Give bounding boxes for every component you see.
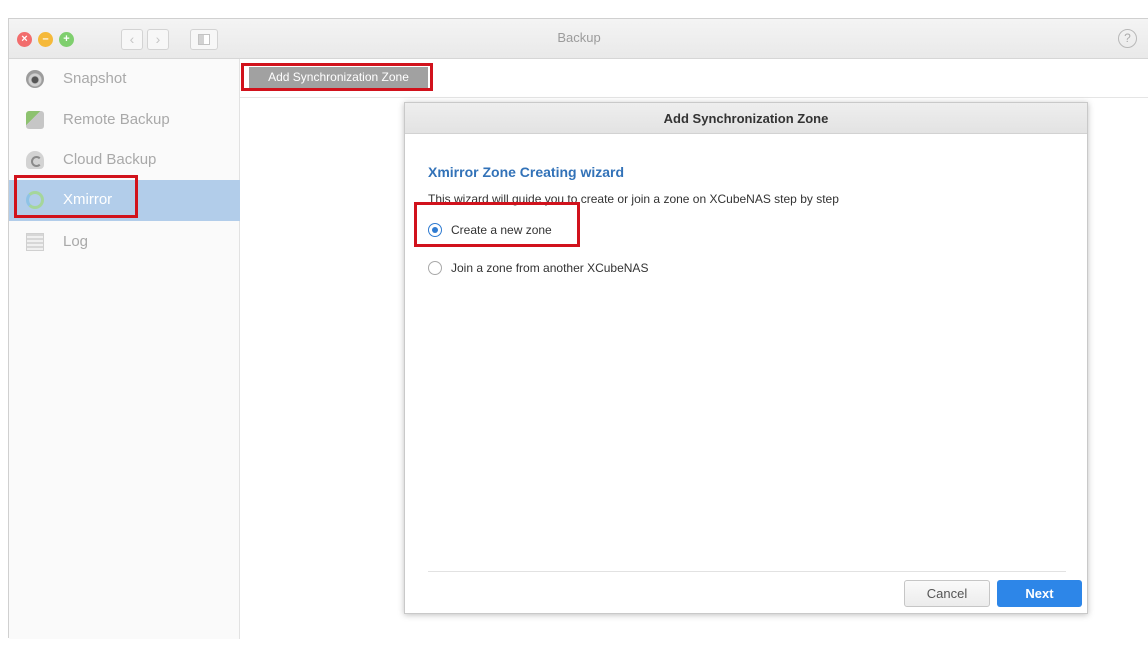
- sidebar-item-label: Log: [63, 233, 89, 250]
- highlight-create-zone-option: [414, 202, 580, 247]
- sidebar-item-label: Cloud Backup: [63, 151, 157, 168]
- dialog-footer-divider: [428, 571, 1066, 572]
- title-bar: × – + ‹ › Backup ?: [9, 19, 1148, 59]
- toolbar-divider: [240, 97, 1148, 98]
- sidebar-item-cloud-backup[interactable]: Cloud Backup: [9, 140, 240, 180]
- highlight-xmirror-item: [14, 175, 138, 218]
- remote-backup-icon: [26, 111, 44, 129]
- join-zone-radio[interactable]: [428, 261, 442, 275]
- dialog-title: Add Synchronization Zone: [405, 103, 1087, 134]
- sidebar-item-label: Remote Backup: [63, 111, 170, 128]
- cloud-backup-icon: [26, 151, 44, 169]
- option-label: Join a zone from another XCubeNAS: [451, 261, 649, 275]
- next-button[interactable]: Next: [997, 580, 1082, 607]
- cancel-button[interactable]: Cancel: [904, 580, 990, 607]
- option-join-zone[interactable]: Join a zone from another XCubeNAS: [428, 259, 708, 277]
- help-icon[interactable]: ?: [1118, 29, 1137, 48]
- sidebar-item-snapshot[interactable]: Snapshot: [9, 59, 240, 99]
- sidebar-item-remote-backup[interactable]: Remote Backup: [9, 100, 240, 140]
- sidebar: Snapshot Remote Backup Cloud Backup Xmir…: [9, 59, 240, 639]
- sidebar-item-log[interactable]: Log: [9, 222, 240, 262]
- highlight-add-zone-button: [241, 63, 433, 91]
- sidebar-item-label: Snapshot: [63, 70, 127, 87]
- window-title: Backup: [557, 30, 601, 45]
- add-synchronization-zone-dialog: Add Synchronization Zone Xmirror Zone Cr…: [404, 102, 1088, 614]
- log-icon: [26, 233, 44, 251]
- wizard-title: Xmirror Zone Creating wizard: [428, 164, 625, 180]
- snapshot-icon: [26, 70, 44, 88]
